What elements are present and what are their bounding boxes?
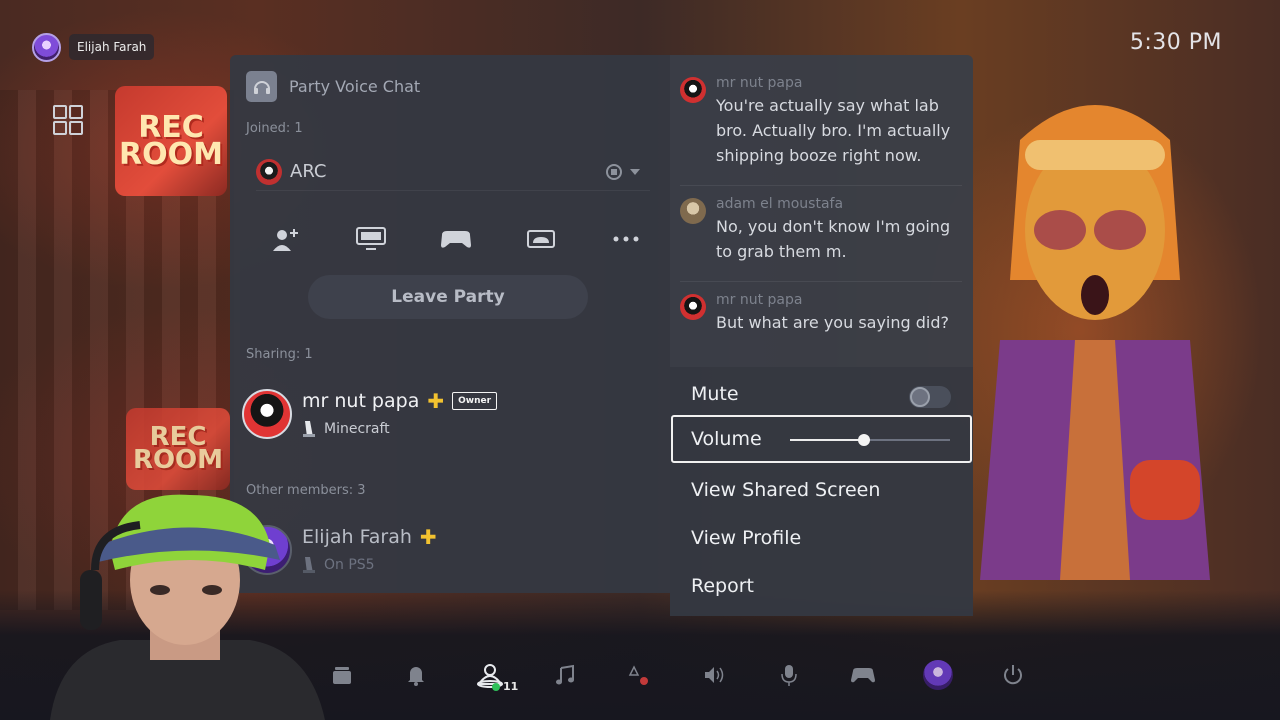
member-status: Minecraft (324, 421, 390, 437)
share-screen-button[interactable] (351, 221, 391, 257)
party-header: Party Voice Chat (246, 71, 420, 102)
joined-member-name: ARC (290, 161, 327, 182)
chevron-down-icon (630, 168, 640, 175)
toggle-knob (910, 387, 930, 407)
user-name: Elijah Farah (69, 34, 155, 60)
user-avatar[interactable] (32, 32, 61, 62)
avatar (242, 389, 292, 439)
add-friend-icon (273, 229, 298, 251)
party-title: Party Voice Chat (289, 77, 421, 96)
friends-online-badge: 11 (492, 680, 518, 693)
share-screen-icon (356, 227, 386, 250)
game-character-art (980, 105, 1210, 580)
volume-fill (790, 439, 864, 441)
profile-button[interactable] (918, 655, 958, 695)
joined-member-row[interactable]: ARC (256, 153, 650, 191)
mic-button[interactable] (769, 655, 809, 695)
chat-message: mr nut papa But what are you saying did? (680, 292, 960, 335)
power-icon (1004, 665, 1022, 685)
volume-label: Volume (691, 428, 762, 450)
member-name: mr nut papa (302, 390, 420, 412)
chat-author: mr nut papa (716, 75, 803, 91)
profile-avatar (923, 660, 953, 690)
chat-message: adam el moustafa No, you don't know I'm … (680, 196, 960, 264)
volume-item[interactable]: Volume (671, 415, 972, 463)
member-options-menu: Mute Volume View Shared Screen View Prof… (670, 367, 973, 616)
joined-label: Joined: 1 (246, 121, 303, 136)
ps-plus-icon: ✚ (419, 525, 437, 549)
view-profile-item[interactable]: View Profile (670, 514, 973, 562)
control-center: 11 (320, 655, 1040, 695)
add-friend-button[interactable] (266, 221, 306, 257)
chat-message: mr nut papa You're actually say what lab… (680, 75, 960, 168)
ps-plus-icon: ✚ (427, 389, 445, 413)
chat-divider (680, 281, 962, 282)
volume-thumb[interactable] (857, 434, 870, 446)
party-chat[interactable]: mr nut papa You're actually say what lab… (670, 55, 973, 367)
share-play-icon (441, 231, 471, 248)
clock: 5:30 PM (1129, 30, 1222, 55)
game-base-button[interactable] (521, 221, 561, 257)
chat-text: But what are you saying did? (716, 313, 949, 332)
accessories-button[interactable] (843, 655, 883, 695)
leave-party-button[interactable]: Leave Party (308, 275, 588, 319)
ps5-console-icon (303, 421, 315, 437)
rec-room-logo-2: REC ROOM (132, 421, 224, 475)
more-options-button[interactable] (606, 221, 646, 257)
online-dot (492, 682, 500, 691)
chat-avatar (680, 198, 706, 224)
game-cards-icon (333, 667, 351, 684)
mute-toggle[interactable] (909, 386, 951, 408)
game-base-icon (527, 230, 555, 248)
broadcast-control[interactable] (606, 163, 640, 180)
rec-room-logo: REC ROOM (119, 110, 223, 172)
mute-label: Mute (691, 383, 739, 405)
chat-text: You're actually say what lab bro. Actual… (716, 96, 951, 165)
accessibility-icon (628, 665, 648, 685)
streamer-webcam (50, 494, 325, 720)
record-icon (606, 163, 622, 180)
sharing-member[interactable]: mr nut papa ✚ Owner Minecraft (242, 389, 498, 439)
headset-icon (246, 71, 277, 102)
chat-text: No, you don't know I'm going to grab the… (716, 217, 951, 261)
member-status: On PS5 (324, 557, 375, 573)
chat-divider (680, 185, 962, 186)
power-button[interactable] (993, 655, 1033, 695)
sound-button[interactable] (694, 655, 734, 695)
owner-badge: Owner (452, 392, 498, 410)
music-button[interactable] (545, 655, 585, 695)
music-icon (556, 664, 574, 685)
friends-online-count: 11 (503, 680, 519, 693)
party-actions (266, 221, 646, 257)
game-library-icon[interactable] (52, 104, 84, 136)
rec-room-art: REC ROOM (126, 408, 230, 490)
game-base-button[interactable]: 11 (470, 655, 518, 695)
more-icon (613, 236, 639, 242)
notifications-button[interactable] (396, 655, 436, 695)
user-chip[interactable]: Elijah Farah (32, 32, 155, 62)
chat-avatar (680, 294, 706, 320)
mic-icon (781, 665, 797, 686)
mute-item[interactable]: Mute (670, 370, 973, 418)
view-shared-screen-item[interactable]: View Shared Screen (670, 466, 973, 514)
report-item[interactable]: Report (670, 562, 973, 610)
bell-icon (408, 667, 424, 686)
volume-slider[interactable] (790, 434, 950, 446)
chat-avatar (680, 77, 706, 103)
rec-room-tile[interactable]: REC ROOM (115, 86, 227, 196)
speaker-icon (705, 667, 724, 683)
accessibility-button[interactable] (620, 655, 660, 695)
share-play-button[interactable] (436, 221, 476, 257)
chat-author: adam el moustafa (716, 196, 844, 212)
sharing-label: Sharing: 1 (246, 347, 313, 362)
member-avatar (256, 158, 282, 185)
chat-author: mr nut papa (716, 292, 803, 308)
controller-icon (851, 668, 875, 683)
